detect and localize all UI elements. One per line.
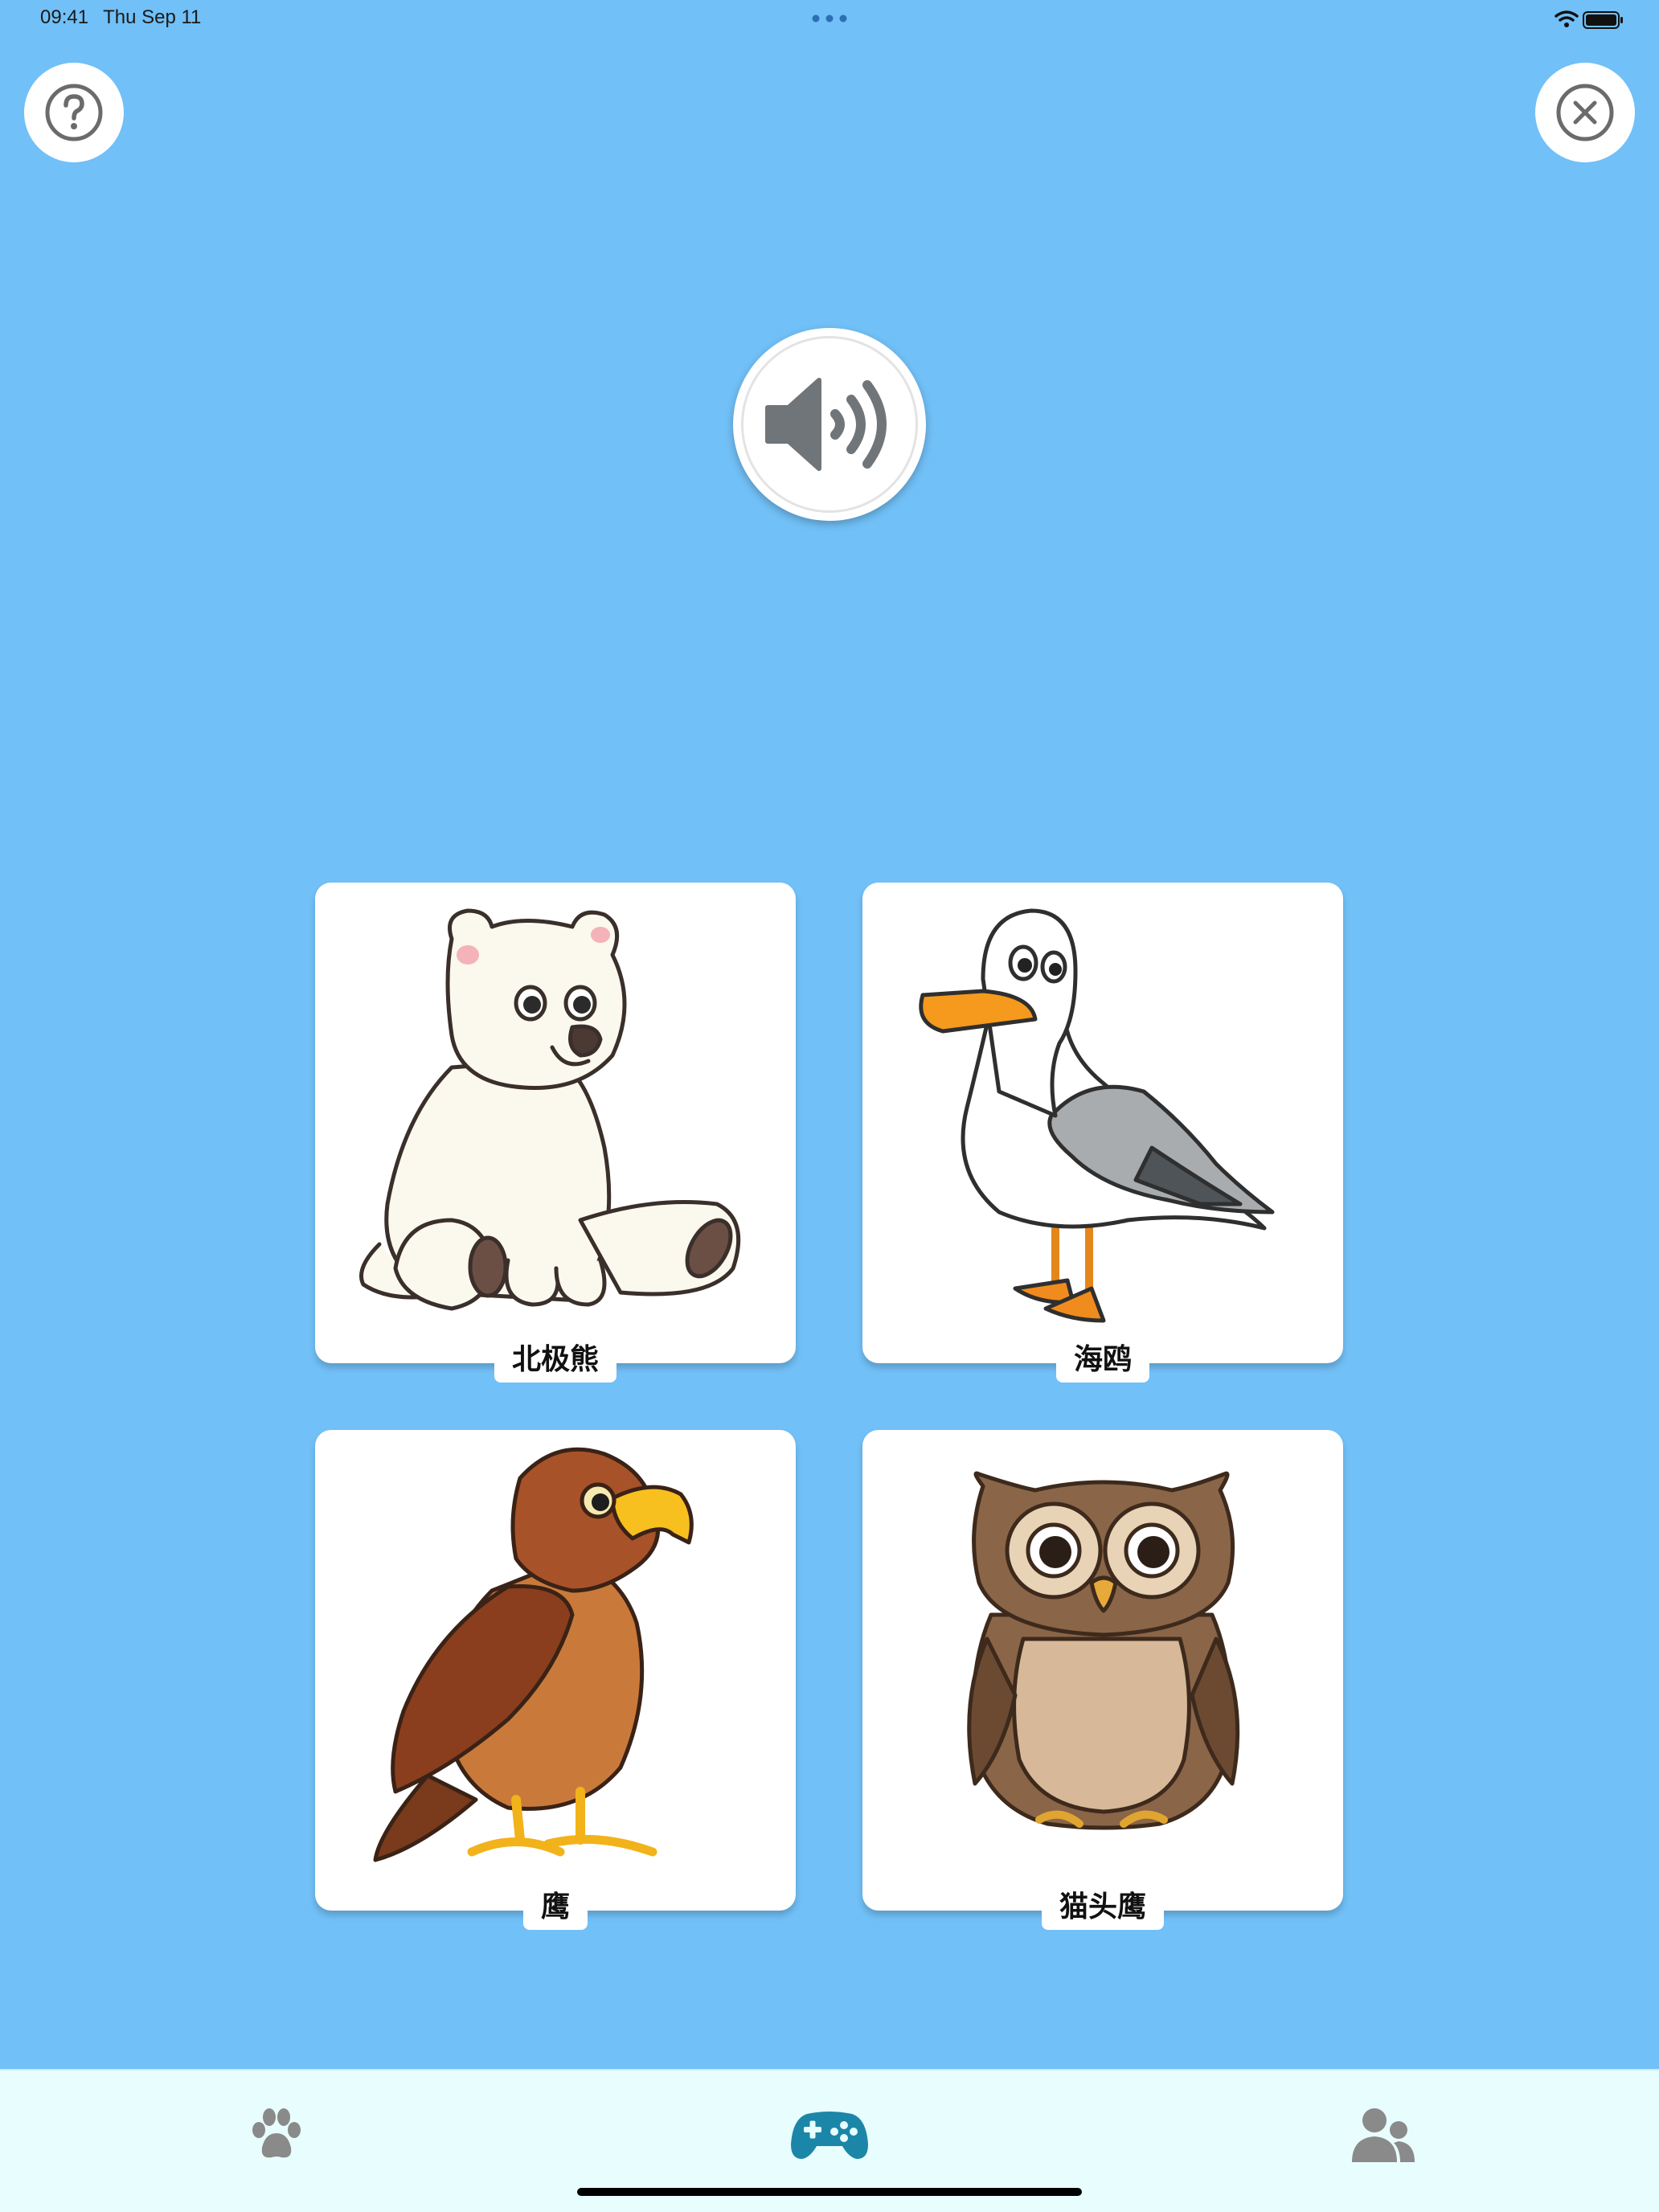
answer-card-eagle[interactable]: 鹰 (315, 1430, 796, 1930)
polar-bear-image (359, 908, 741, 1311)
speaker-icon (765, 378, 887, 471)
home-indicator[interactable] (577, 2188, 1082, 2196)
status-indicators (1555, 10, 1623, 29)
gamepad-icon (791, 2112, 868, 2159)
card-label: 鹰 (522, 1886, 588, 1930)
card-label: 猫头鹰 (1041, 1886, 1165, 1930)
answer-card-polar-bear[interactable]: 北极熊 (315, 883, 796, 1382)
game-screen: 09:41 Thu Sep 11 北极熊 海鸥 鹰 猫头鹰 (0, 0, 1659, 2212)
eagle-image (373, 1447, 694, 1862)
wifi-icon (1555, 10, 1579, 27)
help-button[interactable] (24, 63, 124, 162)
question-circle-icon (45, 84, 103, 141)
tab-games[interactable] (781, 2095, 878, 2175)
play-sound-button[interactable] (733, 328, 926, 521)
status-date: Thu Sep 11 (103, 6, 202, 28)
paw-icon (252, 2108, 301, 2158)
tab-animals[interactable] (228, 2095, 325, 2175)
status-bar-clock: 09:41 Thu Sep 11 (40, 6, 201, 29)
card-label: 海鸥 (1055, 1339, 1150, 1382)
answer-card-owl[interactable]: 猫头鹰 (862, 1430, 1343, 1930)
close-button[interactable] (1535, 63, 1635, 162)
tab-profile[interactable] (1334, 2095, 1431, 2175)
close-circle-icon (1556, 84, 1614, 141)
owl-image (967, 1471, 1240, 1830)
users-icon (1352, 2108, 1415, 2162)
multitasking-dots-icon[interactable] (812, 14, 847, 23)
battery-icon (1583, 11, 1623, 29)
status-time: 09:41 (40, 6, 89, 28)
answer-card-seagull[interactable]: 海鸥 (862, 883, 1343, 1382)
seagull-image (919, 908, 1275, 1323)
card-label: 北极熊 (494, 1339, 617, 1382)
